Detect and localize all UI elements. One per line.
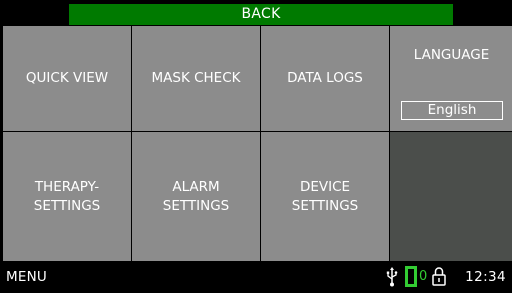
- therapy-settings-label-line1: THERAPY-: [34, 178, 100, 195]
- data-logs-label: DATA LOGS: [287, 70, 363, 86]
- alarm-settings-label-line2: SETTINGS: [162, 197, 230, 214]
- usb-icon: [386, 267, 398, 287]
- therapy-settings-button[interactable]: THERAPY- SETTINGS: [3, 132, 131, 261]
- menu-grid: QUICK VIEW MASK CHECK DATA LOGS LANGUAGE…: [3, 26, 512, 261]
- quick-view-button[interactable]: QUICK VIEW: [3, 26, 131, 131]
- language-label: LANGUAGE: [413, 47, 490, 63]
- data-logs-button[interactable]: DATA LOGS: [261, 26, 389, 131]
- therapy-settings-label-line2: SETTINGS: [33, 197, 101, 214]
- battery-icon: [405, 266, 417, 287]
- back-button[interactable]: BACK: [69, 4, 453, 25]
- alarm-settings-button[interactable]: ALARM SETTINGS: [132, 132, 260, 261]
- clock: 12:34: [465, 269, 506, 285]
- mask-check-button[interactable]: MASK CHECK: [132, 26, 260, 131]
- language-button[interactable]: LANGUAGE English: [390, 26, 512, 131]
- language-value: English: [401, 101, 503, 120]
- device-screen: BACK QUICK VIEW MASK CHECK DATA LOGS LAN…: [0, 0, 512, 293]
- empty-tile: [390, 132, 512, 261]
- mask-check-label: MASK CHECK: [151, 70, 241, 86]
- status-bar: MENU 0 12:34: [0, 261, 512, 293]
- alarm-settings-label-line1: ALARM: [172, 178, 220, 195]
- top-bar: BACK: [0, 0, 512, 26]
- menu-button[interactable]: MENU: [6, 269, 47, 285]
- battery-count: 0: [419, 269, 428, 284]
- device-settings-button[interactable]: DEVICE SETTINGS: [261, 132, 389, 261]
- quick-view-label: QUICK VIEW: [25, 70, 109, 86]
- lock-icon: [432, 267, 446, 286]
- device-settings-label-line2: SETTINGS: [291, 197, 359, 214]
- device-settings-label-line1: DEVICE: [299, 178, 351, 195]
